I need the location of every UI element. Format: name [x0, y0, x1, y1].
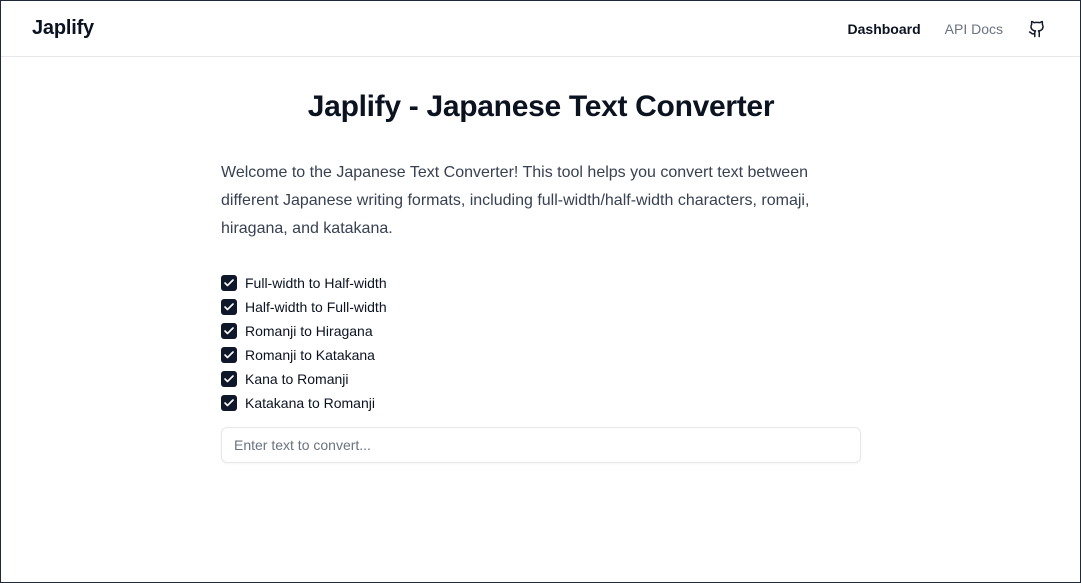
- option-label: Katakana to Romanji: [245, 395, 375, 411]
- checkbox-checked-icon[interactable]: [221, 323, 237, 339]
- option-romanji-to-hiragana[interactable]: Romanji to Hiragana: [221, 319, 861, 343]
- navbar: Japlify Dashboard API Docs: [1, 1, 1080, 57]
- nav-link-dashboard[interactable]: Dashboard: [848, 21, 921, 37]
- option-label: Half-width to Full-width: [245, 299, 387, 315]
- option-half-to-full[interactable]: Half-width to Full-width: [221, 295, 861, 319]
- convert-text-input[interactable]: [221, 427, 861, 463]
- option-label: Kana to Romanji: [245, 371, 349, 387]
- nav-links: Dashboard API Docs: [848, 1, 1047, 57]
- option-label: Romanji to Hiragana: [245, 323, 373, 339]
- checkbox-checked-icon[interactable]: [221, 371, 237, 387]
- option-full-to-half[interactable]: Full-width to Half-width: [221, 271, 861, 295]
- conversion-options: Full-width to Half-width Half-width to F…: [221, 271, 861, 415]
- intro-text: Welcome to the Japanese Text Converter! …: [221, 164, 810, 237]
- option-romanji-to-katakana[interactable]: Romanji to Katakana: [221, 343, 861, 367]
- github-icon[interactable]: [1027, 19, 1047, 39]
- checkbox-checked-icon[interactable]: [221, 395, 237, 411]
- page-title: Japlify - Japanese Text Converter: [307, 90, 775, 123]
- option-kana-to-romanji[interactable]: Kana to Romanji: [221, 367, 861, 391]
- option-label: Full-width to Half-width: [245, 275, 387, 291]
- brand-logo[interactable]: Japlify: [32, 17, 94, 40]
- option-katakana-to-romanji[interactable]: Katakana to Romanji: [221, 391, 861, 415]
- checkbox-checked-icon[interactable]: [221, 347, 237, 363]
- checkbox-checked-icon[interactable]: [221, 299, 237, 315]
- checkbox-checked-icon[interactable]: [221, 275, 237, 291]
- option-label: Romanji to Katakana: [245, 347, 375, 363]
- nav-link-api-docs[interactable]: API Docs: [945, 21, 1003, 37]
